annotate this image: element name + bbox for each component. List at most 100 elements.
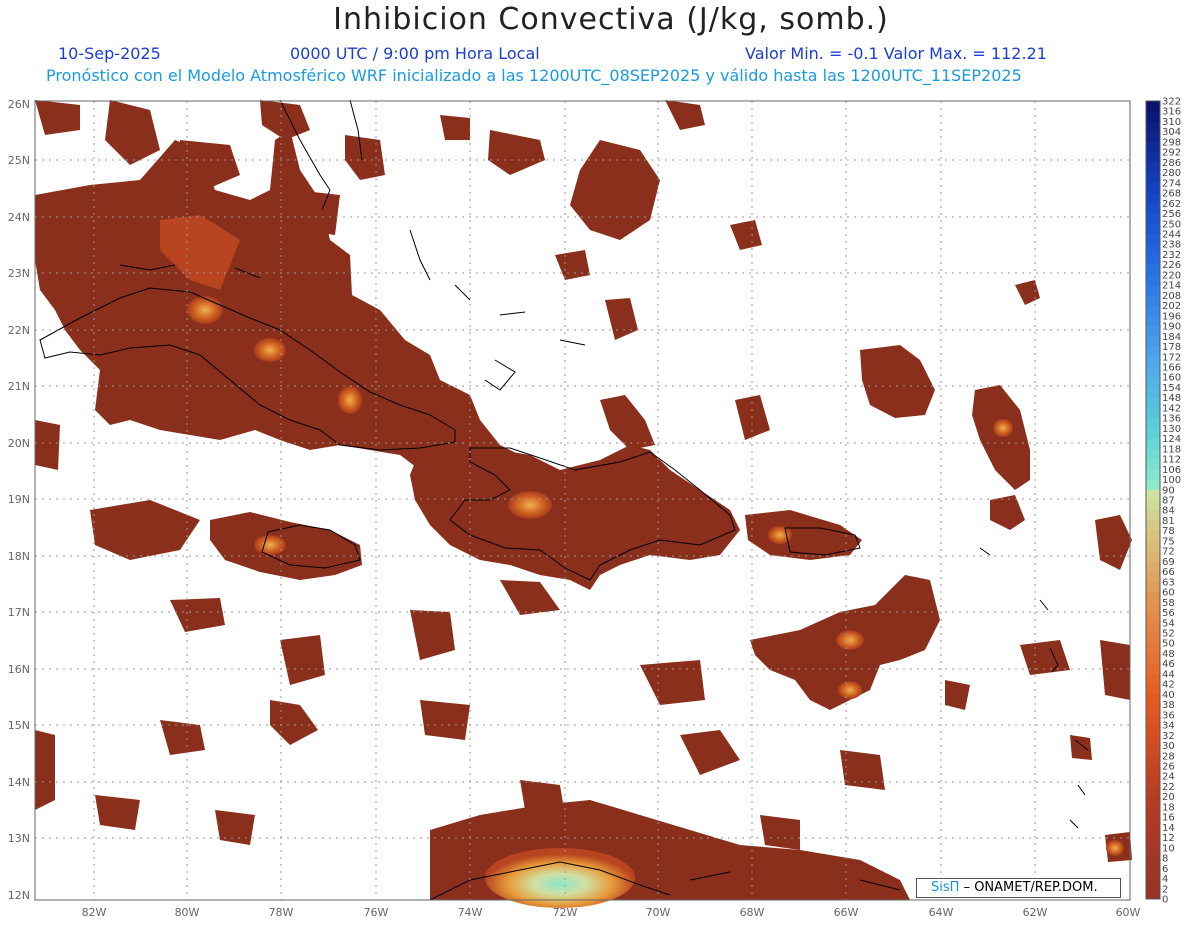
lon-label: 82W <box>82 906 107 919</box>
lat-label: 20N <box>8 437 30 450</box>
colorbar-swatch <box>1146 796 1160 808</box>
colorbar-swatch <box>1146 264 1160 276</box>
colorbar-swatch <box>1146 356 1160 368</box>
colorbar-swatch <box>1146 428 1160 440</box>
cin-region-cuba <box>35 130 520 480</box>
lon-label: 62W <box>1023 906 1048 919</box>
sispi-logo: SisΠ <box>931 880 960 895</box>
colorbar-swatch <box>1146 581 1160 593</box>
lon-labels: 82W 80W 78W 76W 74W 72W 70W 68W 66W 64W … <box>82 906 1141 919</box>
colorbar-swatch <box>1146 704 1160 716</box>
colorbar-swatch <box>1146 162 1160 174</box>
colorbar-swatch <box>1146 274 1160 286</box>
colorbar-swatch <box>1146 622 1160 634</box>
lon-label: 66W <box>834 906 859 919</box>
map-canvas: 26N 25N 24N 23N 22N 21N 20N 19N 18N 17N … <box>8 97 1181 920</box>
lat-label: 23N <box>8 267 30 280</box>
colorbar-swatch <box>1146 479 1160 491</box>
colorbar-swatch <box>1146 827 1160 839</box>
cin-region-hispaniola <box>410 440 740 590</box>
colorbar-swatch <box>1146 745 1160 757</box>
colorbar-swatch <box>1146 540 1160 552</box>
colorbar-swatch <box>1146 407 1160 419</box>
colorbar-swatch <box>1146 234 1160 245</box>
colorbar-swatch <box>1146 817 1160 828</box>
colorbar-swatch <box>1146 592 1160 603</box>
colorbar-swatch <box>1146 469 1160 481</box>
colorbar-swatch <box>1146 653 1160 665</box>
lat-label: 25N <box>8 154 30 167</box>
lat-label: 24N <box>8 211 30 224</box>
lon-label: 64W <box>929 906 954 919</box>
colorbar-swatch <box>1146 571 1160 583</box>
colorbar-swatch <box>1146 612 1160 624</box>
colorbar-swatch <box>1146 172 1160 184</box>
lat-labels: 26N 25N 24N 23N 22N 21N 20N 19N 18N 17N … <box>8 98 30 902</box>
colorbar: 3223163103042982922862802742682622562502… <box>1145 97 1181 906</box>
lon-label: 80W <box>175 906 200 919</box>
colorbar-swatch <box>1146 766 1160 777</box>
colorbar-swatch <box>1146 326 1160 337</box>
colorbar-swatch <box>1146 561 1160 573</box>
colorbar-swatch <box>1146 223 1160 235</box>
lat-label: 18N <box>8 550 30 563</box>
lat-label: 22N <box>8 324 30 337</box>
colorbar-swatch <box>1146 336 1160 348</box>
colorbar-swatch <box>1146 755 1160 767</box>
colorbar-swatch <box>1146 714 1160 726</box>
colorbar-swatch <box>1146 203 1160 215</box>
colorbar-swatch <box>1146 520 1160 532</box>
colorbar-swatch <box>1146 500 1160 511</box>
colorbar-swatch <box>1146 315 1160 327</box>
colorbar-swatch <box>1146 295 1160 307</box>
colorbar-swatch <box>1146 377 1160 388</box>
colorbar-swatch <box>1146 776 1160 787</box>
colorbar-swatch <box>1146 663 1160 675</box>
colorbar-swatch <box>1146 868 1160 880</box>
credit-org: – ONAMET/REP.DOM. <box>963 880 1098 895</box>
lat-label: 17N <box>8 606 30 619</box>
colorbar-swatch <box>1146 694 1160 706</box>
colorbar-swatch <box>1146 459 1160 470</box>
colorbar-swatch <box>1146 888 1160 900</box>
colorbar-swatch <box>1146 673 1160 685</box>
lat-label: 26N <box>8 98 30 111</box>
colorbar-swatch <box>1146 141 1160 153</box>
lon-label: 60W <box>1116 906 1141 919</box>
lon-label: 70W <box>646 906 671 919</box>
lat-label: 16N <box>8 663 30 676</box>
colorbar-swatch <box>1146 530 1160 542</box>
colorbar-swatch <box>1146 305 1160 317</box>
colorbar-swatch <box>1146 847 1160 859</box>
colorbar-swatch <box>1146 182 1160 194</box>
colorbar-swatch <box>1146 602 1160 614</box>
colorbar-swatch <box>1146 346 1160 358</box>
colorbar-swatch <box>1146 633 1160 644</box>
colorbar-swatch <box>1146 725 1160 736</box>
colorbar-swatch <box>1146 510 1160 521</box>
cin-field <box>35 100 1132 900</box>
colorbar-swatch <box>1146 387 1160 399</box>
lat-label: 21N <box>8 380 30 393</box>
lon-label: 78W <box>269 906 294 919</box>
lat-label: 15N <box>8 719 30 732</box>
lat-label: 12N <box>8 889 30 902</box>
lat-label: 14N <box>8 776 30 789</box>
colorbar-swatch <box>1146 735 1160 747</box>
colorbar-swatch <box>1146 101 1160 112</box>
colorbar-swatch <box>1146 489 1160 501</box>
colorbar-swatch <box>1146 213 1160 225</box>
colorbar-swatch <box>1146 152 1160 163</box>
colorbar-swatch <box>1146 121 1160 133</box>
colorbar-label: 0 <box>1162 895 1168 906</box>
lon-label: 72W <box>553 906 578 919</box>
colorbar-swatch <box>1146 131 1160 143</box>
colorbar-swatch <box>1146 806 1160 818</box>
colorbar-swatch <box>1146 193 1160 204</box>
colorbar-swatch <box>1146 111 1160 122</box>
colorbar-swatch <box>1146 878 1160 890</box>
cin-region-jamaica <box>210 512 362 580</box>
colorbar-swatch <box>1146 551 1160 562</box>
colorbar-swatch <box>1146 786 1160 798</box>
colorbar-swatch <box>1146 448 1160 460</box>
